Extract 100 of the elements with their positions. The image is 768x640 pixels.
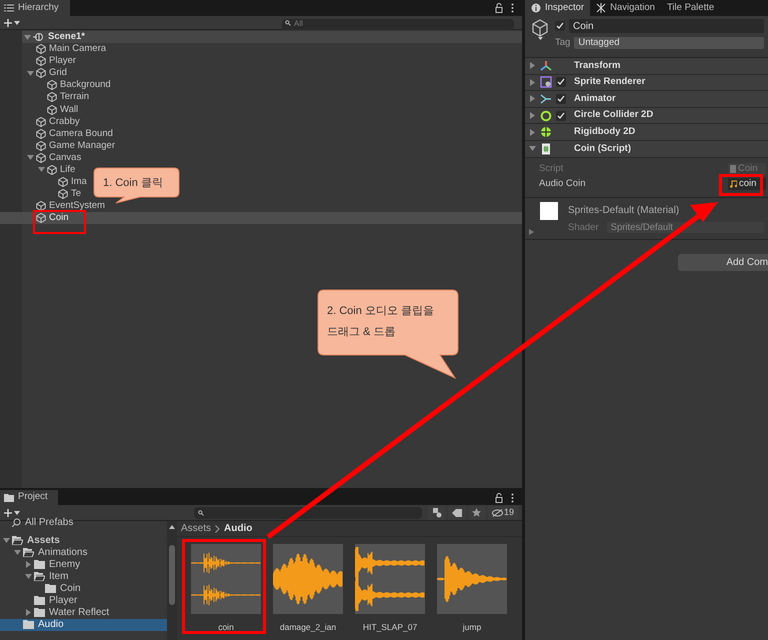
hierarchy-tab[interactable]: Hierarchy	[0, 0, 70, 16]
component-header[interactable]: Animator	[525, 91, 768, 108]
plus-icon	[4, 508, 12, 516]
material-name: Sprites-Default (Material)	[568, 204, 680, 218]
hierarchy-item[interactable]: Ima	[70, 177, 87, 188]
hierarchy-item[interactable]: Te	[70, 189, 82, 200]
inspector-tab[interactable]: Tile Palette	[660, 0, 720, 16]
collapse-arrow-icon[interactable]	[14, 548, 21, 556]
active-checkbox[interactable]	[555, 21, 565, 31]
component-header[interactable]: Sprite Renderer	[525, 74, 768, 92]
search-field[interactable]	[194, 506, 422, 518]
audio-thumbnail[interactable]	[273, 544, 343, 614]
collapse-arrow-icon[interactable]	[24, 34, 31, 40]
cube-icon	[36, 44, 46, 54]
breadcrumb-item[interactable]: Assets	[181, 521, 212, 536]
component-header[interactable]: Transform	[525, 58, 768, 75]
audio-thumbnail[interactable]	[437, 544, 507, 614]
collapse-arrow-icon[interactable]	[3, 536, 10, 544]
expand-arrow-icon[interactable]	[529, 228, 534, 235]
hierarchy-item[interactable]: EventSystem	[48, 201, 105, 212]
hierarchy-item[interactable]: Coin	[48, 213, 69, 224]
project-tree-item[interactable]: All Prefabs	[23, 514, 74, 530]
scrollbar-thumb[interactable]	[169, 545, 175, 605]
cube-icon	[47, 164, 57, 175]
hierarchy-item[interactable]: Game Manager	[48, 140, 116, 151]
enabled-checkbox[interactable]	[556, 110, 566, 121]
eye-slash-icon	[492, 508, 503, 516]
animator-icon	[540, 92, 552, 105]
expand-arrow-icon[interactable]	[25, 609, 32, 616]
collapse-arrow-icon[interactable]	[38, 166, 45, 174]
component-header[interactable]: Coin (Script)	[525, 140, 768, 158]
favorite-button[interactable]	[468, 506, 486, 520]
hierarchy-item[interactable]: Terrain	[59, 92, 90, 102]
inspector-tab[interactable]: Navigation	[590, 0, 661, 16]
cube-icon	[36, 116, 46, 127]
expand-arrow-icon[interactable]	[529, 95, 536, 102]
open-folder-icon	[12, 536, 23, 545]
caret-icon	[14, 20, 20, 24]
filter-label-button[interactable]	[448, 506, 466, 520]
collapse-arrow-icon[interactable]	[27, 70, 34, 77]
enabled-checkbox[interactable]	[556, 77, 566, 88]
tag-label: Tag	[555, 36, 570, 50]
expand-arrow-icon[interactable]	[25, 560, 32, 568]
asset-name[interactable]: jump	[462, 621, 482, 634]
scroll-up-icon[interactable]	[169, 525, 175, 529]
tag-dropdown[interactable]: Untagged	[574, 37, 764, 50]
collapse-arrow-icon[interactable]	[529, 145, 536, 152]
lock-icon[interactable]	[495, 3, 503, 13]
search-icon	[285, 20, 291, 26]
enabled-checkbox[interactable]	[556, 94, 566, 104]
add-component-button[interactable]: Add Com	[678, 254, 768, 271]
component-header[interactable]: Rigidbody 2D	[525, 124, 768, 141]
scene-item[interactable]: Scene1*	[46, 30, 85, 44]
hierarchy-item[interactable]: Camera Bound	[48, 128, 113, 139]
asset-name[interactable]: HIT_SLAP_07	[362, 621, 418, 634]
add-dropdown-button[interactable]	[4, 508, 20, 516]
cube-icon	[36, 68, 46, 78]
material-preview	[540, 202, 558, 220]
search-field[interactable]: All	[282, 18, 514, 30]
collapse-arrow-icon[interactable]	[25, 572, 32, 580]
star-icon	[472, 508, 482, 517]
hierarchy-item[interactable]: Life	[59, 164, 76, 175]
filter-type-button[interactable]	[428, 506, 446, 520]
cube-icon	[36, 213, 46, 224]
hierarchy-item[interactable]: Canvas	[48, 152, 82, 163]
collapse-arrow-icon[interactable]	[27, 154, 34, 162]
expand-arrow-icon[interactable]	[529, 78, 536, 86]
audio-clip-field[interactable]: coin	[728, 178, 766, 190]
hierarchy-item[interactable]: Grid	[48, 68, 67, 78]
asset-name[interactable]: coin	[218, 621, 234, 634]
expand-arrow-icon[interactable]	[529, 112, 536, 120]
asset-name[interactable]: damage_2_ian	[280, 621, 336, 634]
lock-icon[interactable]	[495, 493, 503, 503]
breadcrumb-item[interactable]: Audio	[224, 521, 252, 536]
info-icon	[531, 3, 541, 13]
expand-arrow-icon[interactable]	[529, 128, 536, 136]
more-icon[interactable]	[511, 3, 514, 13]
expand-arrow-icon[interactable]	[529, 62, 536, 70]
folder-icon	[4, 494, 14, 502]
component-header[interactable]: Circle Collider 2D	[525, 108, 768, 124]
hierarchy-item[interactable]: Crabby	[48, 116, 80, 127]
highlight-frame	[719, 174, 763, 196]
hierarchy-item[interactable]: Main Camera	[48, 44, 106, 54]
cube-icon	[36, 128, 46, 139]
project-tab[interactable]: Project	[0, 490, 58, 505]
add-dropdown-button[interactable]	[4, 18, 20, 26]
name-field[interactable]: Coin	[569, 19, 764, 33]
caret-icon	[14, 510, 20, 514]
hierarchy-item[interactable]: Player	[48, 56, 76, 66]
hidden-packages-button[interactable]: 19	[488, 506, 518, 520]
audio-thumbnail[interactable]	[355, 544, 425, 614]
tag-icon	[452, 508, 462, 516]
hierarchy-item[interactable]: Background	[59, 80, 111, 90]
inspector-tab[interactable]: Inspector	[525, 0, 590, 16]
audio-thumbnail[interactable]	[191, 544, 261, 614]
plus-icon	[4, 18, 12, 26]
more-icon[interactable]	[511, 493, 514, 503]
cube-icon	[47, 104, 57, 115]
caret-icon	[538, 37, 542, 40]
hierarchy-item[interactable]: Wall	[59, 104, 78, 115]
